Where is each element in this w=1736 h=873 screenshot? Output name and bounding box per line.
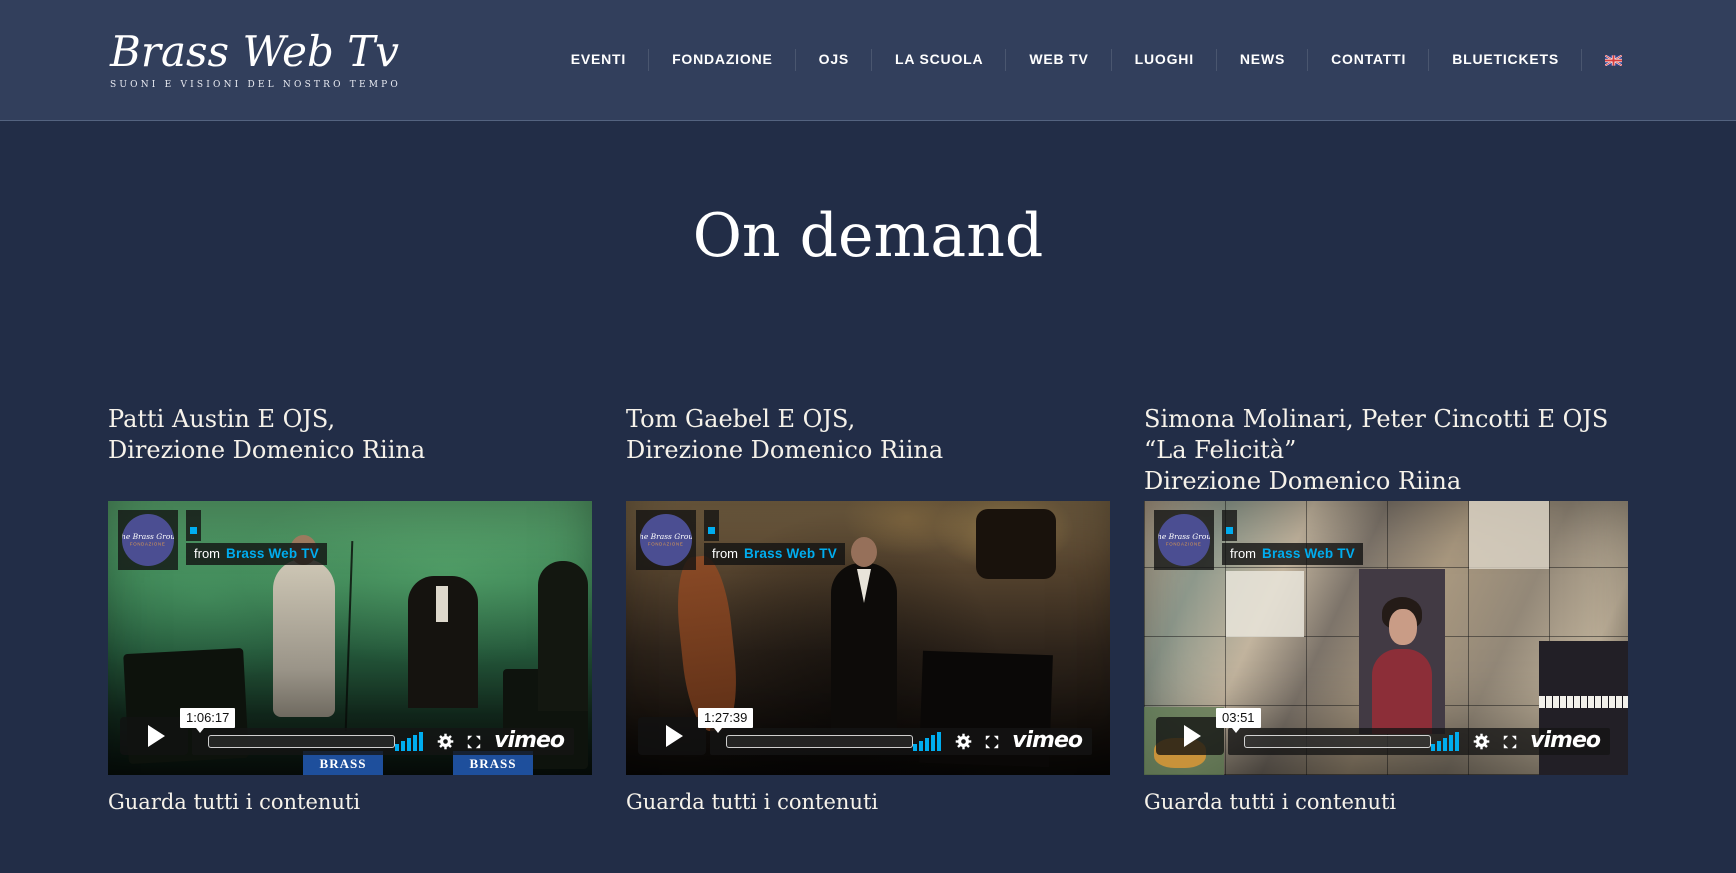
scene-shape: [831, 563, 897, 733]
nav-item-fondazione[interactable]: FONDAZIONE: [672, 51, 773, 69]
nav-item-web-tv[interactable]: WEB TV: [1029, 51, 1088, 69]
play-button[interactable]: [1156, 717, 1224, 755]
logo-tagline: SUONI E VISIONI DEL NOSTRO TEMPO: [110, 80, 401, 90]
vimeo-logo[interactable]: vimeo: [1530, 728, 1600, 753]
gear-icon[interactable]: [1473, 733, 1490, 750]
watch-all-link[interactable]: Guarda tutti i contenuti: [1144, 790, 1396, 814]
player-control-bar: vimeo: [710, 728, 1092, 755]
brass-group-logo[interactable]: The Brass Group FONDAZIONE: [118, 510, 178, 570]
channel-link[interactable]: Brass Web TV: [744, 546, 837, 561]
vimeo-logo[interactable]: vimeo: [494, 728, 564, 753]
player-title-tab: [704, 510, 719, 541]
vimeo-logo[interactable]: vimeo: [1012, 728, 1082, 753]
video-card: Patti Austin E OJS, Direzione Domenico R…: [108, 404, 592, 814]
player-byline: from Brass Web TV: [1222, 543, 1363, 565]
main-nav: EVENTI FONDAZIONE OJS LA SCUOLA WEB TV L…: [571, 51, 1622, 69]
brass-group-logo-circle: The Brass Group FONDAZIONE: [640, 514, 692, 566]
nav-item-la-scuola[interactable]: LA SCUOLA: [895, 51, 983, 69]
scene-shape: [672, 554, 742, 733]
vimeo-player[interactable]: The Brass Group FONDAZIONE from Brass We…: [626, 501, 1110, 775]
play-triangle-icon: [1184, 725, 1201, 747]
scene-shape: [1226, 571, 1304, 637]
duration-badge: 1:27:39: [698, 708, 753, 728]
watch-all-link[interactable]: Guarda tutti i contenuti: [108, 790, 360, 814]
watch-all-link[interactable]: Guarda tutti i contenuti: [626, 790, 878, 814]
volume-bars-icon[interactable]: [913, 732, 941, 751]
video-card: Simona Molinari, Peter Cincotti E OJS “L…: [1144, 404, 1628, 814]
player-title-tab: [1222, 510, 1237, 541]
accent-dot: [708, 527, 715, 534]
play-button[interactable]: [120, 717, 188, 755]
channel-link[interactable]: Brass Web TV: [226, 546, 319, 561]
fullscreen-icon[interactable]: [1502, 734, 1518, 750]
vimeo-player[interactable]: BRASS BRASS The Brass Group FONDAZIONE f…: [108, 501, 592, 775]
scene-shape: [273, 559, 335, 717]
scene-shape: [538, 561, 588, 711]
channel-link[interactable]: Brass Web TV: [1262, 546, 1355, 561]
accent-dot: [1226, 527, 1233, 534]
scene-shape: [345, 541, 354, 731]
gear-icon[interactable]: [955, 733, 972, 750]
uk-flag-icon[interactable]: [1605, 55, 1622, 66]
video-card-row: Patti Austin E OJS, Direzione Domenico R…: [108, 404, 1628, 814]
player-byline: from Brass Web TV: [186, 543, 327, 565]
accent-dot: [190, 527, 197, 534]
site-logo[interactable]: Brass Web Tv SUONI E VISIONI DEL NOSTRO …: [110, 30, 401, 90]
logo-title: Brass Web Tv: [110, 30, 401, 74]
on-demand-section: On demand: [0, 121, 1736, 267]
play-triangle-icon: [148, 725, 165, 747]
brass-group-logo-circle: The Brass Group FONDAZIONE: [122, 514, 174, 566]
brass-group-logo[interactable]: The Brass Group FONDAZIONE: [1154, 510, 1214, 570]
vimeo-player[interactable]: The Brass Group FONDAZIONE from Brass We…: [1144, 501, 1628, 775]
gear-icon[interactable]: [437, 733, 454, 750]
progress-bar[interactable]: [726, 735, 913, 748]
volume-bars-icon[interactable]: [395, 732, 423, 751]
fullscreen-icon[interactable]: [466, 734, 482, 750]
nav-item-contatti[interactable]: CONTATTI: [1331, 51, 1406, 69]
scene-shape: [1389, 609, 1417, 645]
duration-badge: 1:06:17: [180, 708, 235, 728]
player-byline: from Brass Web TV: [704, 543, 845, 565]
scene-shape: [1469, 501, 1549, 569]
scene-shape: [1372, 649, 1432, 734]
nav-item-eventi[interactable]: EVENTI: [571, 51, 626, 69]
play-button[interactable]: [638, 717, 706, 755]
scene-shape: [408, 576, 478, 708]
duration-badge: 03:51: [1216, 708, 1261, 728]
brass-group-logo[interactable]: The Brass Group FONDAZIONE: [636, 510, 696, 570]
progress-bar[interactable]: [208, 735, 395, 748]
page-title: On demand: [0, 205, 1736, 267]
progress-bar[interactable]: [1244, 735, 1431, 748]
video-title: Simona Molinari, Peter Cincotti E OJS “L…: [1144, 404, 1628, 497]
volume-bars-icon[interactable]: [1431, 732, 1459, 751]
video-title: Tom Gaebel E OJS, Direzione Domenico Rii…: [626, 404, 1110, 497]
nav-item-news[interactable]: NEWS: [1240, 51, 1285, 69]
nav-item-ojs[interactable]: OJS: [819, 51, 849, 69]
player-title-tab: [186, 510, 201, 541]
site-header: Brass Web Tv SUONI E VISIONI DEL NOSTRO …: [0, 0, 1736, 121]
video-title: Patti Austin E OJS, Direzione Domenico R…: [108, 404, 592, 497]
scene-shape: [976, 509, 1056, 579]
nav-item-bluetickets[interactable]: BLUETICKETS: [1452, 51, 1559, 69]
video-card: Tom Gaebel E OJS, Direzione Domenico Rii…: [626, 404, 1110, 814]
fullscreen-icon[interactable]: [984, 734, 1000, 750]
nav-item-luoghi[interactable]: LUOGHI: [1135, 51, 1194, 69]
play-triangle-icon: [666, 725, 683, 747]
player-control-bar: vimeo: [192, 728, 574, 755]
player-control-bar: vimeo: [1228, 728, 1610, 755]
brass-group-logo-circle: The Brass Group FONDAZIONE: [1158, 514, 1210, 566]
